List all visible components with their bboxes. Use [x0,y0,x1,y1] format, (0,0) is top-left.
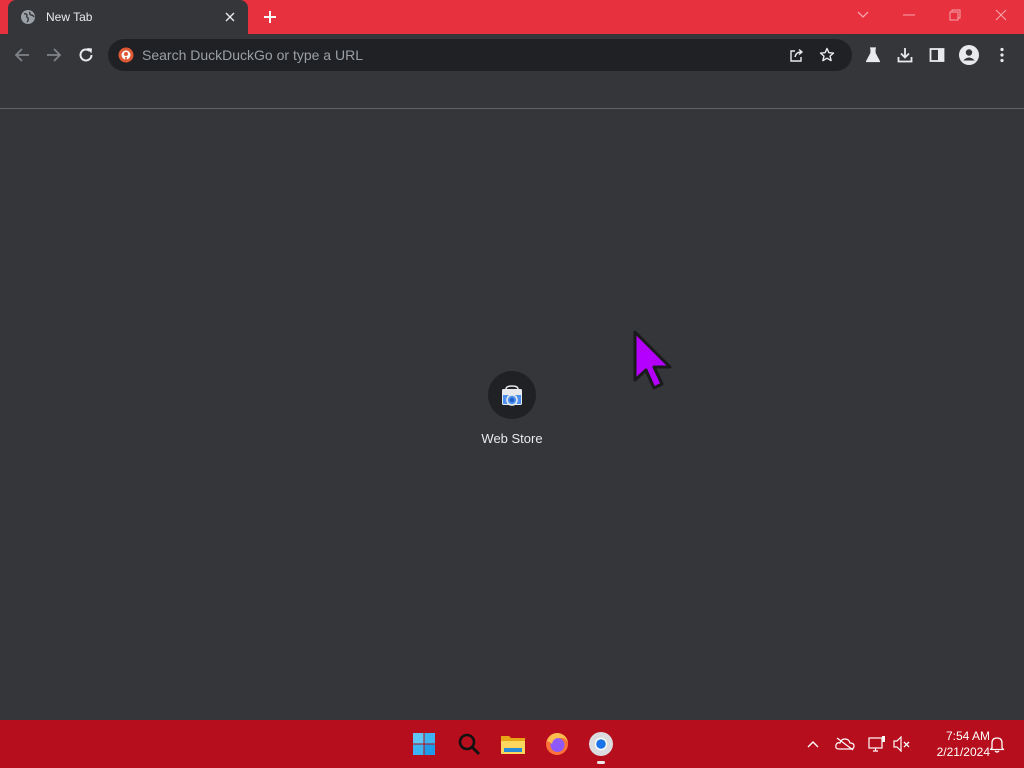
chrome-button[interactable] [585,728,617,760]
windows-start-icon [413,733,435,755]
profile-button[interactable] [954,40,984,70]
menu-button[interactable] [987,40,1017,70]
network-button[interactable] [865,732,889,756]
title-bar: New Tab [0,0,1024,34]
close-window-button[interactable] [978,0,1024,30]
bell-icon [989,737,1005,753]
globe-icon [20,9,36,25]
chevron-up-icon [807,741,819,748]
firefox-button[interactable] [541,728,573,760]
system-clock[interactable]: 7:54 AM 2/21/2024 [918,728,990,760]
web-store-icon [488,371,536,419]
side-panel-icon [929,48,945,62]
kebab-menu-icon [1000,47,1004,63]
reload-icon [79,48,93,62]
taskbar: 7:54 AM 2/21/2024 [0,720,1024,768]
minimize-button[interactable] [886,0,932,30]
arrow-right-icon [47,48,62,62]
side-panel-button[interactable] [922,40,952,70]
onedrive-button[interactable] [833,732,857,756]
chrome-icon [589,732,613,756]
start-button[interactable] [408,728,440,760]
clock-date: 2/21/2024 [936,745,990,759]
close-icon [995,9,1007,21]
forward-button[interactable] [39,40,69,70]
back-button[interactable] [7,40,37,70]
restore-icon [949,9,961,21]
screen: New Tab Search DuckDuckGo or type a URL … [0,0,1024,768]
shortcut-web-store[interactable]: Web Store [472,368,552,458]
notifications-button[interactable] [985,732,1009,756]
mouse-cursor-icon [633,330,672,390]
chevron-down-icon [857,11,869,18]
new-tab-button[interactable] [258,5,282,29]
file-explorer-icon [501,736,525,754]
labs-button[interactable] [858,40,888,70]
minimize-icon [903,14,915,16]
tab-search-button[interactable] [840,0,886,30]
tab-close-icon[interactable] [222,9,238,25]
bookmark-star-icon[interactable] [812,40,842,70]
new-tab-page: Web Store [0,109,1024,720]
clock-time: 7:54 AM [945,729,990,743]
download-icon [897,48,913,63]
toolbar [0,34,1024,76]
tab-new-tab[interactable]: New Tab [8,0,248,34]
tab-title: New Tab [46,10,93,24]
omnibox-input[interactable] [142,47,782,63]
share-icon[interactable] [782,40,812,70]
bookmarks-bar [0,76,1024,109]
onedrive-icon [835,737,855,751]
duckduckgo-icon [118,47,134,63]
plus-icon [264,11,276,23]
active-app-indicator [597,761,605,764]
flask-icon [865,47,881,63]
firefox-icon [546,733,568,755]
restore-button[interactable] [932,0,978,30]
shortcut-title: Web Store [481,431,543,446]
volume-muted-icon [893,736,910,752]
avatar-icon [959,45,979,65]
file-explorer-button[interactable] [497,728,529,760]
arrow-left-icon [14,48,29,62]
search-icon [458,733,480,755]
volume-button[interactable] [890,732,914,756]
taskbar-search-button[interactable] [453,728,485,760]
downloads-button[interactable] [890,40,920,70]
omnibox[interactable] [108,39,852,71]
show-hidden-icons-button[interactable] [801,732,825,756]
network-icon [868,736,885,752]
reload-button[interactable] [71,40,101,70]
